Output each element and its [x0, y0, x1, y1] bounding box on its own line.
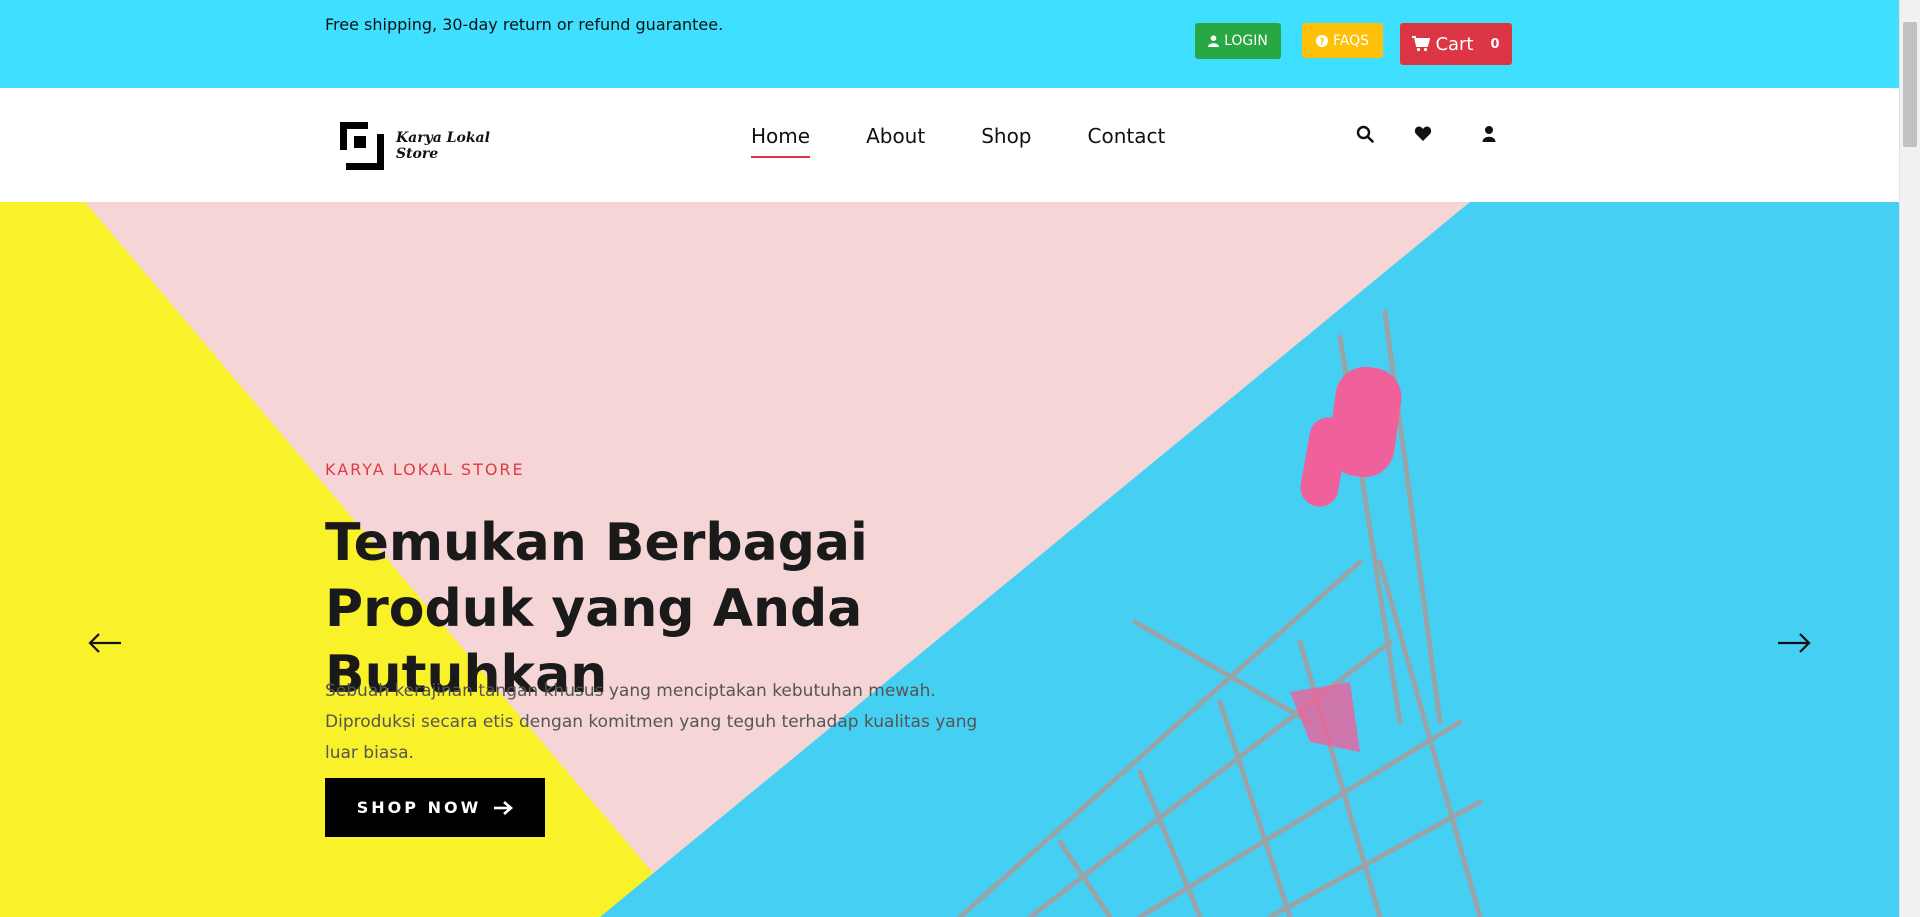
nav-item-about[interactable]: About — [866, 124, 925, 154]
logo-text: Karya Lokal Store — [395, 130, 490, 162]
logo-mark — [340, 122, 384, 170]
user-icon — [1208, 35, 1220, 47]
cart-button[interactable]: Cart 0 — [1400, 23, 1512, 65]
cart-label: Cart — [1435, 33, 1474, 55]
login-button[interactable]: LOGIN — [1195, 23, 1281, 59]
header-icons — [1354, 123, 1500, 145]
user-icon[interactable] — [1478, 123, 1500, 145]
question-circle-icon: ? — [1315, 34, 1328, 47]
hero-banner: KARYA LOKAL STORE Temukan Berbagai Produ… — [0, 202, 1899, 917]
svg-text:?: ? — [1319, 37, 1324, 47]
hero-kicker: KARYA LOKAL STORE — [325, 460, 525, 479]
arrow-left-icon[interactable] — [87, 632, 123, 654]
arrow-right-icon — [494, 800, 514, 815]
shop-now-button[interactable]: SHOP NOW — [325, 778, 545, 837]
faqs-button[interactable]: ? FAQS — [1302, 23, 1383, 58]
main-nav: Home About Shop Contact — [751, 124, 1166, 158]
shopping-cart-icon — [1412, 36, 1431, 52]
scrollbar-thumb[interactable] — [1903, 22, 1917, 147]
store-logo[interactable]: Karya Lokal Store — [340, 121, 520, 171]
search-icon[interactable] — [1354, 123, 1376, 145]
top-bar: Free shipping, 30-day return or refund g… — [0, 0, 1899, 88]
nav-item-shop[interactable]: Shop — [981, 124, 1031, 154]
heart-icon[interactable] — [1412, 123, 1434, 145]
shipping-notice: Free shipping, 30-day return or refund g… — [325, 15, 724, 34]
page-scrollbar[interactable] — [1899, 0, 1920, 917]
nav-item-home[interactable]: Home — [751, 124, 811, 158]
main-header: Karya Lokal Store Home About Shop Contac… — [0, 88, 1899, 202]
login-label: LOGIN — [1224, 33, 1268, 49]
arrow-right-icon[interactable] — [1776, 632, 1812, 654]
shop-now-label: SHOP NOW — [356, 798, 482, 817]
faqs-label: FAQS — [1332, 32, 1369, 49]
hero-description: Sebuah kerajinan tangan khusus yang menc… — [325, 681, 978, 763]
nav-item-contact[interactable]: Contact — [1088, 124, 1166, 154]
cart-count-badge: 0 — [1490, 36, 1500, 52]
